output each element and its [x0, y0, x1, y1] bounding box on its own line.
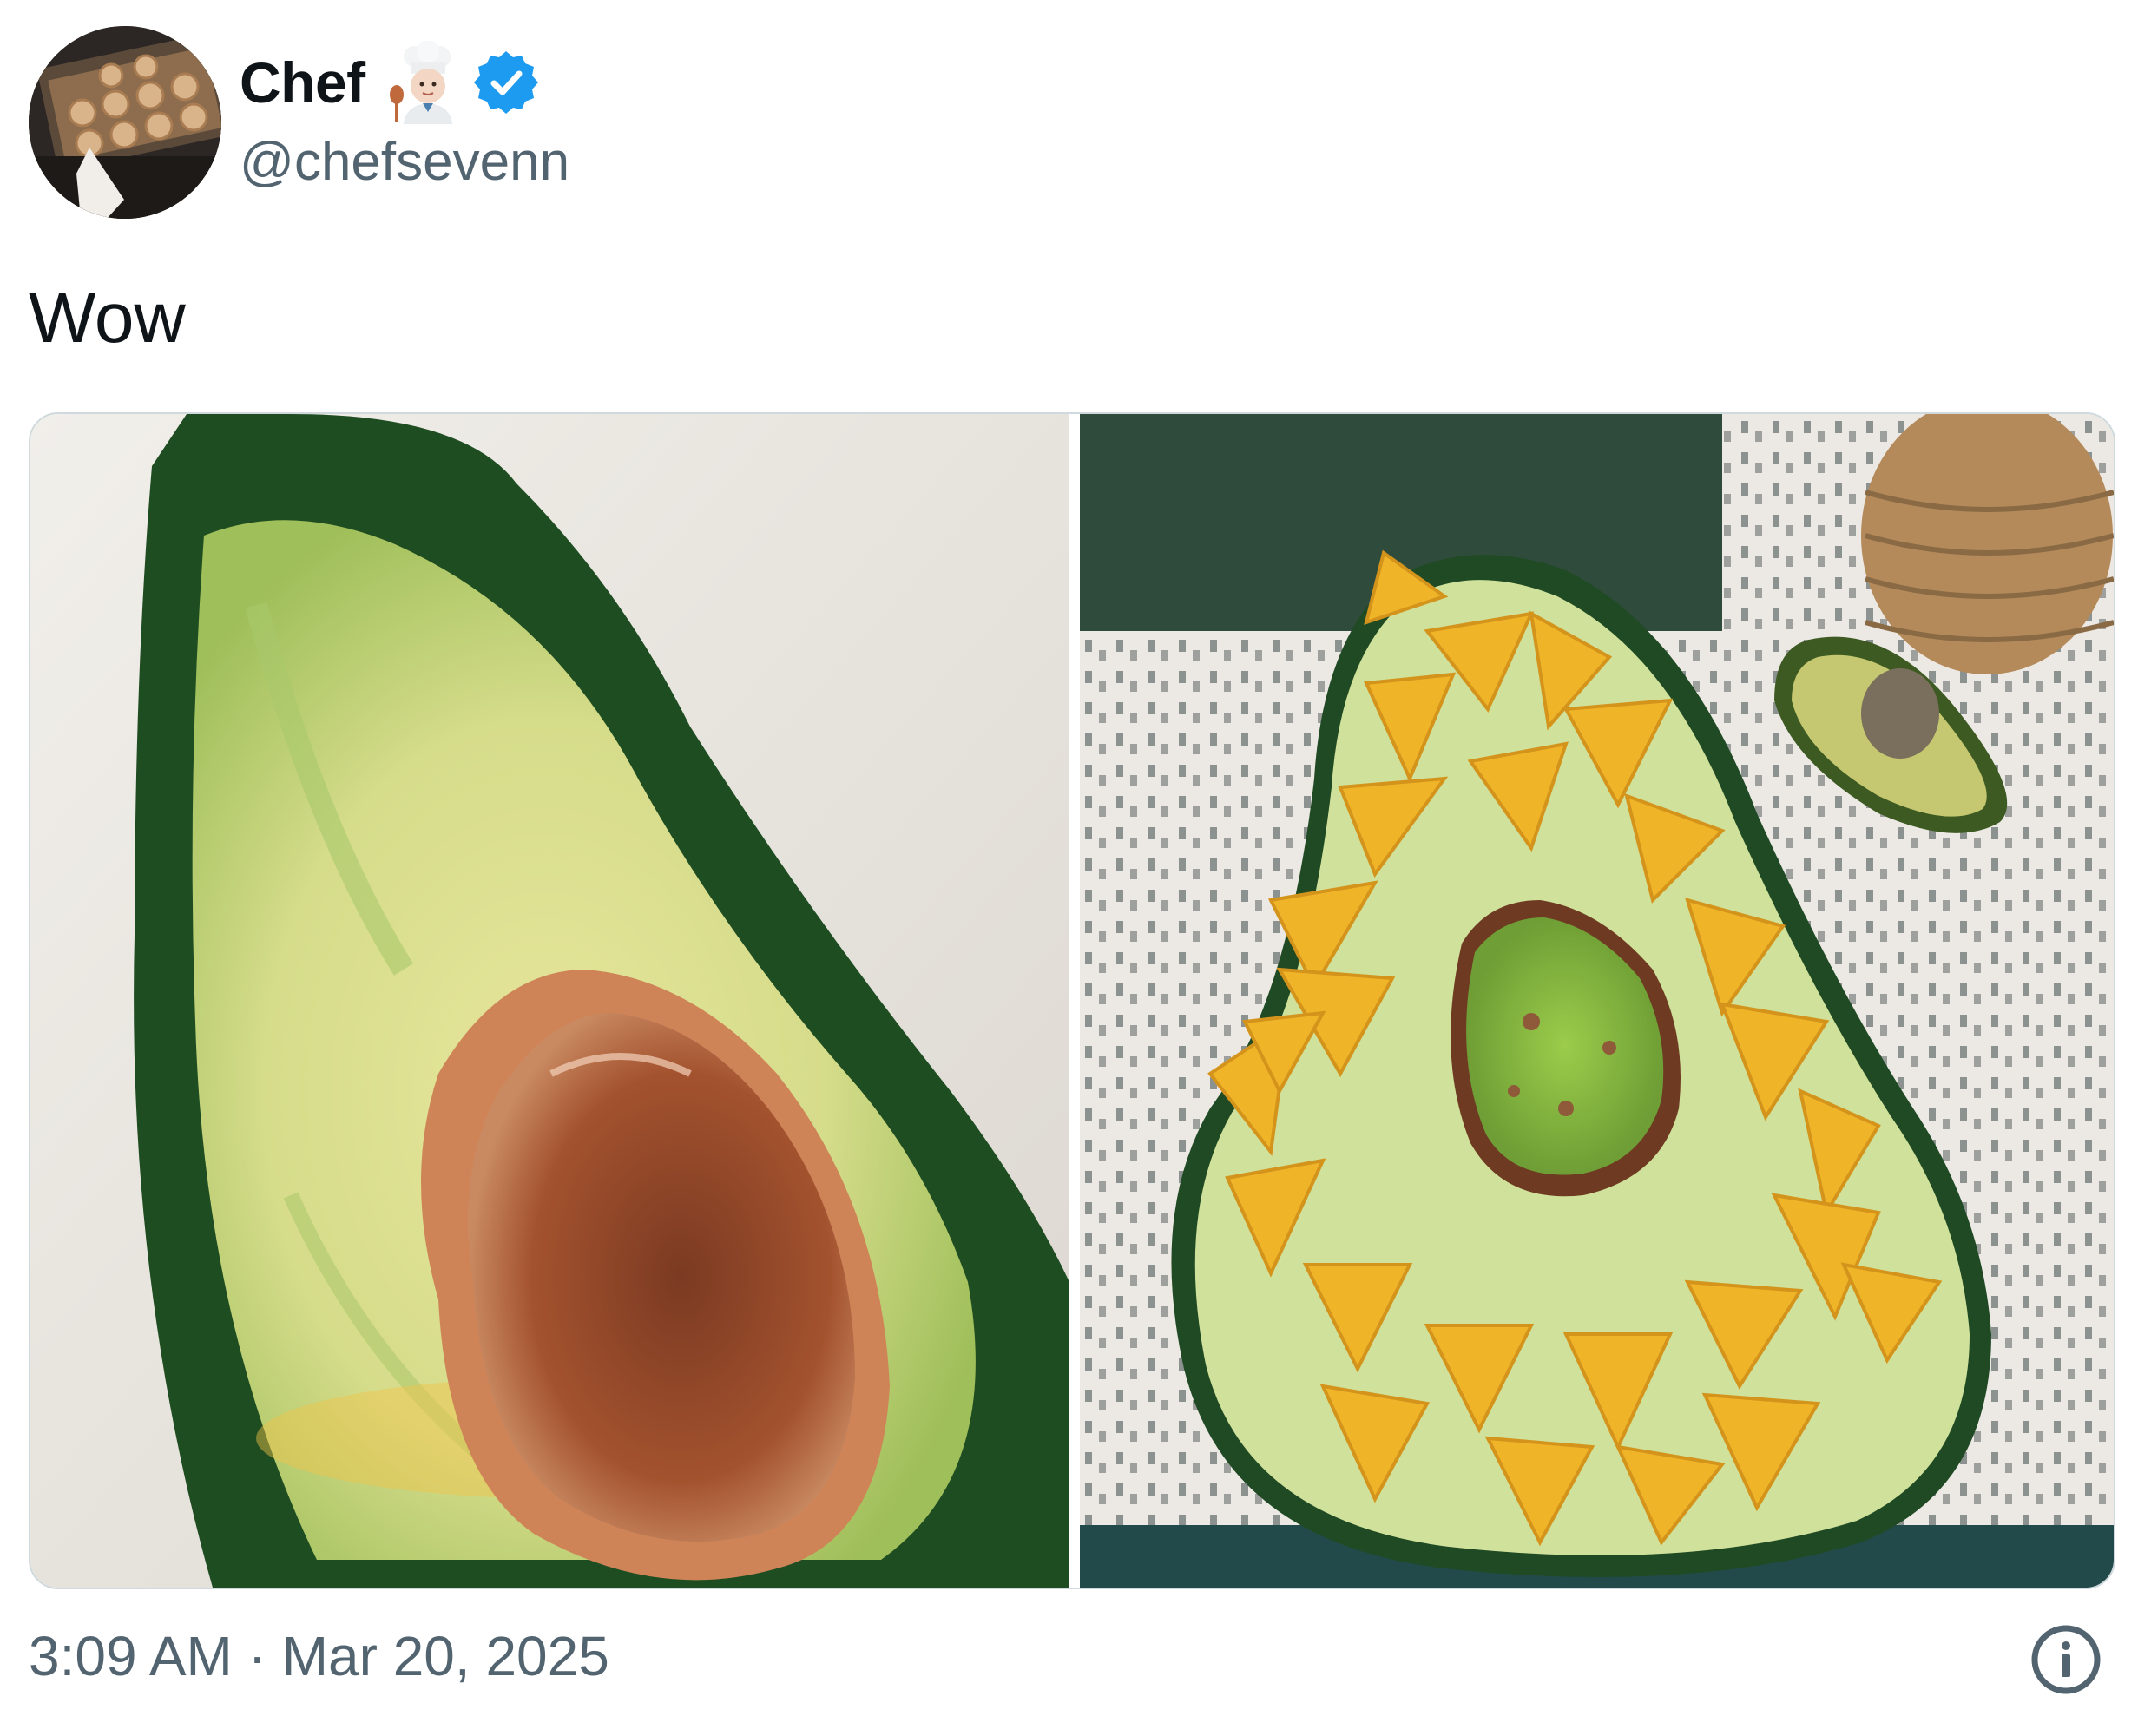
author-handle[interactable]: @chefsevenn [240, 130, 569, 194]
info-icon[interactable] [2029, 1623, 2102, 1696]
photo-avocado-bowl[interactable] [30, 414, 1069, 1588]
cook-emoji-icon [389, 41, 452, 124]
display-name[interactable]: Chef [240, 54, 365, 111]
avatar-image [29, 26, 221, 219]
photo-chips-guacamole[interactable] [1080, 414, 2114, 1588]
tweet-timestamp[interactable]: 3:09 AM · Mar 20, 2025 [29, 1623, 609, 1690]
author-avatar[interactable] [29, 26, 221, 219]
verified-badge-icon[interactable] [471, 48, 541, 117]
tweet-text: Wow [29, 279, 186, 358]
author-name-row[interactable]: Chef [240, 41, 541, 124]
avocado-bowl-image [30, 414, 1069, 1588]
chips-guacamole-image [1080, 414, 2114, 1588]
media-grid [29, 412, 2115, 1589]
